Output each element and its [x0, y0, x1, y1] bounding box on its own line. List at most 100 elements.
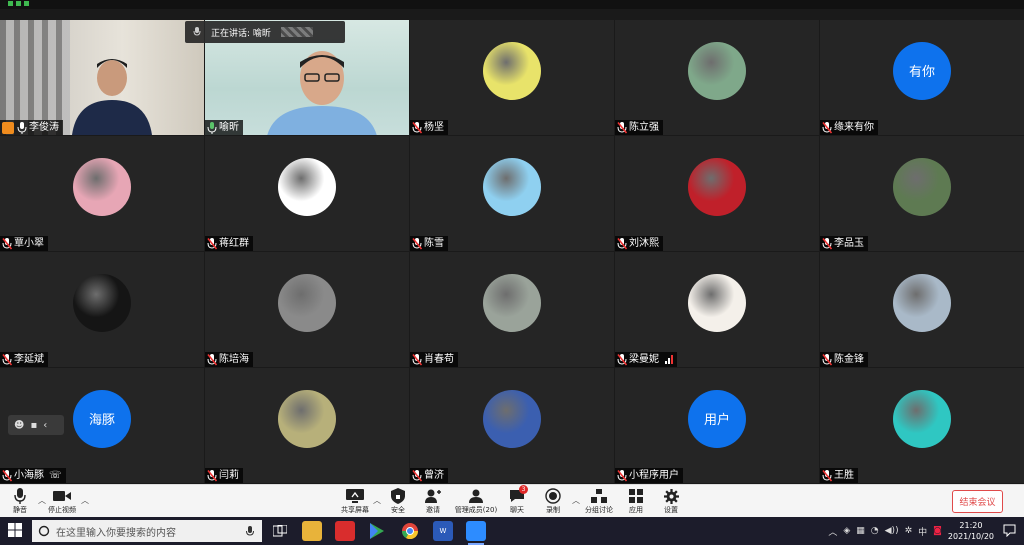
- settings-button[interactable]: 设置: [649, 488, 693, 515]
- participant-tile[interactable]: 李品玉: [820, 136, 1024, 251]
- participant-name: 王胜: [834, 470, 854, 481]
- participant-tile[interactable]: 肖春苟: [410, 252, 614, 367]
- participant-tile[interactable]: 曾济: [410, 368, 614, 483]
- task-view-icon[interactable]: [270, 521, 290, 541]
- end-meeting-button[interactable]: 结束会议: [952, 490, 1003, 513]
- emoji-icon[interactable]: ☻: [14, 420, 24, 431]
- connection-indicator: [8, 1, 29, 6]
- reaction-controls[interactable]: ☻ ▪ ‹: [8, 415, 64, 435]
- volume-icon[interactable]: ◀)): [885, 526, 899, 536]
- video-options-caret[interactable]: ︿: [81, 495, 89, 506]
- participant-name: 喻昕: [219, 122, 239, 133]
- voice-icon[interactable]: [246, 525, 254, 537]
- mute-button[interactable]: 静音: [0, 488, 42, 515]
- participant-tile[interactable]: 刘沐熙: [615, 136, 819, 251]
- mic-icon: [193, 27, 201, 36]
- participant-name: 陈立强: [629, 122, 659, 133]
- mic-muted-icon: [2, 353, 12, 366]
- participant-tile[interactable]: 陈金锋: [820, 252, 1024, 367]
- shield-tray-icon[interactable]: ◈: [843, 526, 850, 536]
- share-screen-button[interactable]: 共享屏幕: [333, 488, 377, 515]
- mic-muted-icon: [412, 469, 422, 482]
- snowflake-icon[interactable]: ✲: [905, 526, 913, 536]
- network-icon[interactable]: ▦: [856, 526, 865, 536]
- name-tag: 曾济: [410, 468, 448, 483]
- participant-tile[interactable]: 陈立强: [615, 20, 819, 135]
- logo-avatar-icon: [278, 157, 336, 216]
- participant-tile[interactable]: 闫莉: [205, 368, 409, 483]
- app-red-icon[interactable]: [335, 521, 355, 541]
- mic-muted-icon: [617, 353, 627, 366]
- security-label: 安全: [391, 506, 405, 514]
- participant-tile[interactable]: 有你 缘来有你: [820, 20, 1024, 135]
- chevron-left-icon[interactable]: ‹: [43, 420, 47, 431]
- participant-tile[interactable]: 梁曼妮: [615, 252, 819, 367]
- name-tag: 闫莉: [205, 468, 243, 483]
- notification-icon[interactable]: [1003, 524, 1016, 537]
- participant-tile[interactable]: 王胜: [820, 368, 1024, 483]
- mic-icon: [11, 488, 29, 504]
- participant-tile[interactable]: 用户 小程序用户: [615, 368, 819, 483]
- clock-time: 21:20: [959, 521, 983, 530]
- name-tag: 陈雪: [410, 236, 448, 251]
- name-tag: 刘沐熙: [615, 236, 663, 251]
- name-tag: 陈金锋: [820, 352, 868, 367]
- phone-icon: ☏: [49, 470, 62, 481]
- wifi-icon[interactable]: ◔: [871, 526, 879, 536]
- person-silhouette-icon: [267, 51, 377, 135]
- active-speaker-banner: 正在讲话: 喻昕: [185, 21, 345, 43]
- windows-taskbar: 在这里输入你要搜索的内容 W ︿ ◈ ▦ ◔ ◀)) ✲ 中 ◙ 21:20 2…: [0, 517, 1024, 545]
- stop-video-button[interactable]: 停止视频: [40, 488, 84, 515]
- app-tray-icon[interactable]: ◙: [933, 526, 942, 536]
- windows-start-icon[interactable]: [8, 523, 22, 537]
- mic-icon: [207, 121, 217, 134]
- record-button[interactable]: 录制: [531, 488, 575, 515]
- participant-tile[interactable]: 李延斌: [0, 252, 204, 367]
- taskbar-search[interactable]: 在这里输入你要搜索的内容: [32, 520, 262, 542]
- clock[interactable]: 21:20 2021/10/20: [948, 520, 994, 542]
- play-store-icon[interactable]: [367, 521, 387, 541]
- meeting-app-icon[interactable]: [466, 521, 486, 545]
- name-tag: 缘来有你: [820, 120, 878, 135]
- host-icon: [2, 121, 14, 134]
- participant-tile[interactable]: 蒋红群: [205, 136, 409, 251]
- participant-name: 李俊涛: [29, 122, 59, 133]
- pastry-avatar-icon: [688, 273, 746, 332]
- file-explorer-icon[interactable]: [302, 521, 322, 541]
- chat-icon: 3: [508, 485, 528, 504]
- chrome-icon[interactable]: [400, 521, 420, 541]
- chat-label: 聊天: [510, 506, 524, 514]
- mic-muted-icon: [2, 237, 12, 250]
- shield-icon: [389, 488, 407, 504]
- participant-tile[interactable]: 杨坚: [410, 20, 614, 135]
- participants-icon: [467, 488, 485, 504]
- mic-muted-icon: [2, 469, 12, 482]
- participant-tile[interactable]: 李俊涛: [0, 20, 204, 135]
- participant-name: 李延斌: [14, 354, 44, 365]
- participant-tile[interactable]: 陈培海: [205, 252, 409, 367]
- invite-button[interactable]: 邀请: [411, 488, 455, 515]
- add-person-icon: [424, 488, 442, 504]
- camera-icon: [53, 488, 71, 504]
- chevron-up-icon[interactable]: ︿: [828, 525, 837, 538]
- mic-muted-icon: [617, 237, 627, 250]
- mic-muted-icon: [207, 469, 217, 482]
- participant-tile[interactable]: 覃小翠: [0, 136, 204, 251]
- mic-muted-icon: [412, 353, 422, 366]
- participant-name: 蒋红群: [219, 238, 249, 249]
- name-tag: 王胜: [820, 468, 858, 483]
- share-screen-label: 共享屏幕: [341, 506, 369, 514]
- ime-indicator[interactable]: 中: [918, 525, 927, 538]
- signal-strength-icon: [665, 355, 673, 364]
- word-icon[interactable]: W: [433, 521, 453, 541]
- system-tray: ︿ ◈ ▦ ◔ ◀)) ✲ 中 ◙ 21:20 2021/10/20: [828, 517, 994, 545]
- mic-muted-icon: [207, 353, 217, 366]
- participant-tile[interactable]: 陈雪: [410, 136, 614, 251]
- participant-name: 小程序用户: [629, 470, 679, 481]
- chat-bubble-icon[interactable]: ▪: [30, 420, 37, 431]
- manage-participants-button[interactable]: 管理成员(20): [453, 488, 499, 515]
- invite-label: 邀请: [426, 506, 440, 514]
- lucky-cat-avatar-icon: [688, 157, 746, 216]
- participant-name: 缘来有你: [834, 122, 874, 133]
- participant-name: 曾济: [424, 470, 444, 481]
